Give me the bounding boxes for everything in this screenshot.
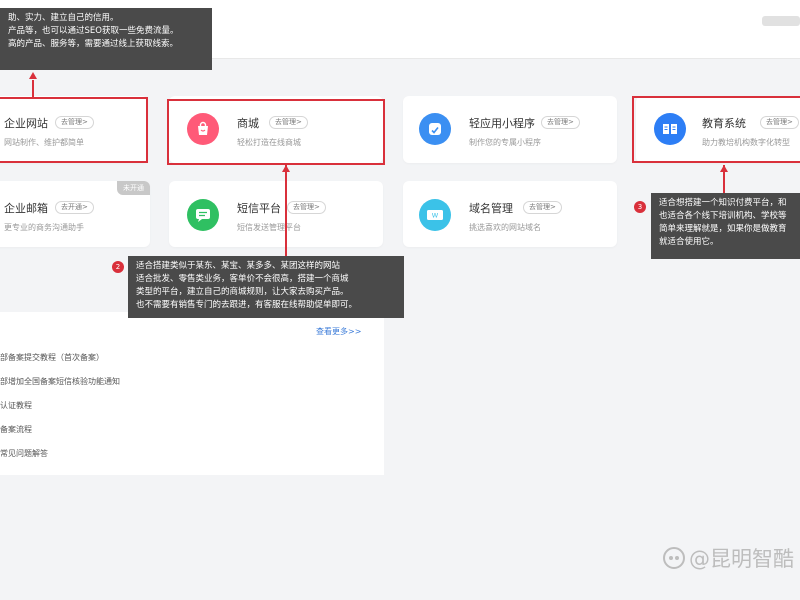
tooltip-line: 适合批发、零售类业务，客单价不会很高，搭建一个商城 (136, 274, 349, 284)
news-item[interactable]: 认证教程 (0, 400, 32, 411)
news-item[interactable]: 部备案提交教程（首次备案） (0, 352, 104, 363)
announcement-panel: 查看更多>> 部备案提交教程（首次备案） 部增加全国备案短信核验功能通知 认证教… (0, 312, 384, 475)
service-card-mini-program[interactable]: 轻应用小程序 去管理> 制作您的专属小程序 (403, 96, 617, 163)
service-card-mail[interactable]: 未开通 企业邮箱 去开通> 更专业的商务沟通助手 (0, 181, 150, 247)
tooltip-line: 适合想搭建一个知识付费平台，和 (659, 198, 787, 208)
news-item[interactable]: 部增加全国备案短信核验功能通知 (0, 376, 120, 387)
step-number: 2 (112, 261, 124, 273)
step-number: 3 (634, 201, 646, 213)
service-desc: 更专业的商务沟通助手 (4, 223, 84, 232)
tooltip-line: 也适合各个线下培训机构、学校等 (659, 211, 787, 221)
service-title: 轻应用小程序 (469, 117, 535, 130)
service-title: 域名管理 (469, 202, 513, 215)
tooltip-line: 助、实力、建立自己的信用。 (8, 13, 119, 23)
highlight-education (632, 96, 800, 163)
tooltip-line: 高的产品、服务等，需要通过线上获取线索。 (8, 39, 179, 49)
watermark: @昆明智酷 (663, 543, 794, 573)
service-desc: 制作您的专属小程序 (469, 138, 541, 147)
domain-icon: W (419, 199, 451, 231)
tooltip-mall: 适合搭建类似于某东、某宝、某多多、某团这样的网站 适合批发、零售类业务，客单价不… (128, 256, 404, 318)
tooltip-line: 简单来理解就是，如果你是做教育 (659, 224, 787, 234)
service-desc: 短信发送管理平台 (237, 223, 301, 232)
watermark-logo-icon (663, 547, 685, 569)
arrow-up-icon (720, 165, 728, 172)
connector-line (285, 165, 287, 257)
service-title: 短信平台 (237, 202, 281, 215)
activate-button[interactable]: 去开通> (55, 201, 94, 214)
view-more-link[interactable]: 查看更多>> (316, 326, 361, 337)
message-icon (187, 199, 219, 231)
service-card-sms[interactable]: 短信平台 去管理> 短信发送管理平台 (169, 181, 383, 247)
manage-button[interactable]: 去管理> (541, 116, 580, 129)
service-card-domain[interactable]: W 域名管理 去管理> 挑选喜欢的网站域名 (403, 181, 617, 247)
news-item[interactable]: 常见问题解答 (0, 448, 48, 459)
tooltip-line: 就适合使用它。 (659, 237, 719, 247)
mini-program-icon (419, 113, 451, 145)
manage-button[interactable]: 去管理> (287, 201, 326, 214)
svg-text:W: W (432, 212, 439, 220)
tooltip-line: 也不需要有销售专门的去跟进，有客服在线帮助促单即可。 (136, 300, 358, 310)
service-desc: 挑选喜欢的网站域名 (469, 223, 541, 232)
service-title: 企业邮箱 (4, 202, 48, 215)
arrow-up-icon (282, 165, 290, 172)
arrow-up-icon (29, 72, 37, 79)
tooltip-education: 适合想搭建一个知识付费平台，和 也适合各个线下培训机构、学校等 简单来理解就是，… (651, 193, 800, 259)
news-item[interactable]: 备案流程 (0, 424, 32, 435)
tooltip-line: 适合搭建类似于某东、某宝、某多多、某团这样的网站 (136, 261, 341, 271)
tooltip-website: 助、实力、建立自己的信用。 产品等，也可以通过SEO获取一些免费流量。 高的产品… (0, 8, 212, 70)
highlight-website (0, 97, 148, 163)
user-menu-placeholder[interactable] (762, 16, 800, 26)
connector-line (32, 80, 34, 97)
tooltip-line: 产品等，也可以通过SEO获取一些免费流量。 (8, 26, 179, 36)
watermark-text: @昆明智酷 (689, 547, 794, 571)
tooltip-line: 类型的平台，建立自己的商城规则，让大家去购买产品。 (136, 287, 349, 297)
status-badge: 未开通 (117, 181, 150, 195)
highlight-mall (167, 99, 385, 165)
manage-button[interactable]: 去管理> (523, 201, 562, 214)
